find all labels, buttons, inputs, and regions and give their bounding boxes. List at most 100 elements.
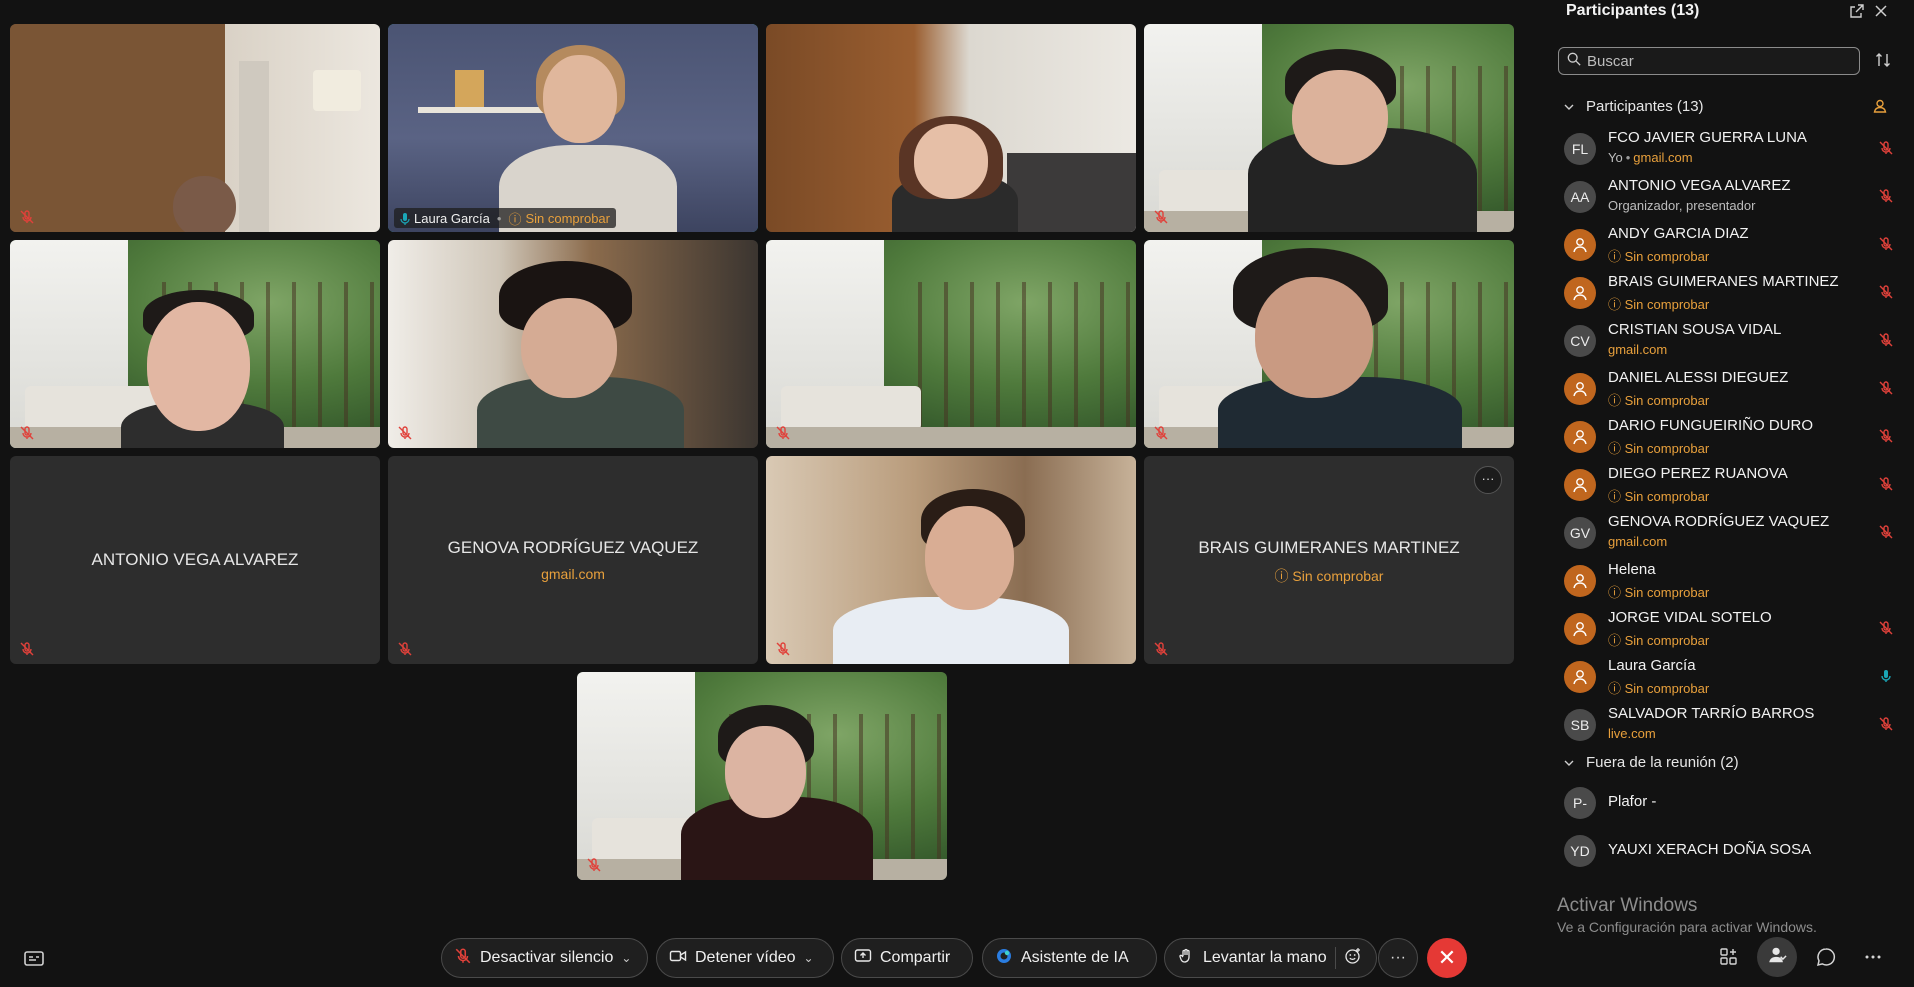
participant-subtitle: ⓘ Sin comprobar — [1608, 438, 1709, 457]
video-tile[interactable] — [766, 456, 1136, 664]
video-tile[interactable] — [577, 672, 947, 880]
participant-name: DIEGO PEREZ RUANOVA — [1608, 465, 1788, 482]
participant-row[interactable]: FL FCO JAVIER GUERRA LUNA Yo • gmail.com — [1558, 126, 1898, 172]
participant-row[interactable]: SB SALVADOR TARRÍO BARROS live.com — [1558, 702, 1898, 748]
speaker-tag: Laura García • ⓘ Sin comprobar — [394, 208, 616, 228]
chat-icon[interactable] — [1815, 946, 1837, 968]
participant-row[interactable]: Helena ⓘ Sin comprobar — [1558, 558, 1898, 604]
video-tile[interactable] — [10, 240, 380, 448]
verification-status: Sin comprobar — [1624, 681, 1710, 696]
participant-name: BRAIS GUIMERANES MARTINEZ — [1608, 273, 1839, 290]
video-tile[interactable] — [388, 240, 758, 448]
speaker-name: Laura García — [414, 210, 490, 226]
outside-meeting-section-header[interactable]: Fuera de la reunión (2) — [1562, 754, 1739, 771]
separator-dot: • — [1625, 150, 1631, 165]
guest-avatar-icon — [1564, 229, 1596, 261]
participant-row[interactable]: ANDY GARCIA DIAZ ⓘ Sin comprobar — [1558, 222, 1898, 268]
reactions-icon[interactable] — [1344, 947, 1362, 970]
captions-icon[interactable] — [22, 947, 46, 971]
participant-subtitle: ⓘ Sin comprobar — [1608, 390, 1709, 409]
participant-subtitle: gmail.com — [1608, 534, 1668, 549]
ai-assistant-label: Asistente de IA — [1021, 949, 1129, 966]
participant-row[interactable]: DARIO FUNGUEIRIÑO DURO ⓘ Sin comprobar — [1558, 414, 1898, 460]
mic-muted-icon[interactable] — [1878, 524, 1894, 540]
participant-name: FCO JAVIER GUERRA LUNA — [1608, 129, 1807, 146]
participant-row[interactable]: BRAIS GUIMERANES MARTINEZ ⓘ Sin comprobar — [1558, 270, 1898, 316]
guest-avatar-icon — [1564, 277, 1596, 309]
mic-muted-icon[interactable] — [1878, 380, 1894, 396]
verification-status: Sin comprobar — [1624, 297, 1710, 312]
unmute-button[interactable]: Desactivar silencio ⌄ — [441, 938, 648, 978]
mic-muted-icon[interactable] — [1878, 140, 1894, 156]
verification-status: Sin comprobar — [525, 210, 610, 226]
share-screen-icon — [854, 947, 872, 970]
mic-muted-icon[interactable] — [1878, 428, 1894, 444]
participant-name: ANDY GARCIA DIAZ — [1608, 225, 1749, 242]
participant-row[interactable]: CV CRISTIAN SOUSA VIDAL gmail.com — [1558, 318, 1898, 364]
participant-row[interactable]: GV GENOVA RODRÍGUEZ VAQUEZ gmail.com — [1558, 510, 1898, 556]
video-tile-no-video[interactable]: ANTONIO VEGA ALVAREZ — [10, 456, 380, 664]
mic-muted-icon[interactable] — [1878, 332, 1894, 348]
search-input[interactable] — [1587, 52, 1847, 70]
share-label: Compartir — [880, 949, 951, 966]
participant-row[interactable]: AA ANTONIO VEGA ALVAREZ Organizador, prese… — [1558, 174, 1898, 220]
mic-muted-icon[interactable] — [1878, 188, 1894, 204]
participant-row[interactable]: Laura García ⓘ Sin comprobar — [1558, 654, 1898, 700]
participant-subtitle: ⓘ Sin comprobar — [1608, 294, 1709, 313]
mic-muted-icon — [775, 641, 791, 657]
outside-participant-row[interactable]: P- Plafor - — [1558, 780, 1898, 826]
video-tile-no-video[interactable]: ··· BRAIS GUIMERANES MARTINEZ ⓘ Sin comp… — [1144, 456, 1514, 664]
search-icon — [1567, 52, 1581, 71]
chevron-down-icon[interactable]: ⌄ — [621, 951, 631, 965]
video-tile[interactable] — [766, 240, 1136, 448]
verification-status: Sin comprobar — [1624, 441, 1710, 456]
guest-avatar-icon — [1564, 421, 1596, 453]
participant-row[interactable]: JORGE VIDAL SOTELO ⓘ Sin comprobar — [1558, 606, 1898, 652]
apps-icon[interactable] — [1718, 946, 1740, 968]
participant-subtitle: ⓘ Sin comprobar — [1608, 582, 1709, 601]
mic-muted-icon[interactable] — [1878, 284, 1894, 300]
participant-name: SALVADOR TARRÍO BARROS — [1608, 705, 1815, 722]
video-tile[interactable] — [1144, 24, 1514, 232]
participant-row[interactable]: DANIEL ALESSI DIEGUEZ ⓘ Sin comprobar — [1558, 366, 1898, 412]
raise-hand-button[interactable]: Levantar la mano — [1164, 938, 1377, 978]
search-box[interactable] — [1558, 47, 1860, 75]
ai-assistant-button[interactable]: Asistente de IA — [982, 938, 1157, 978]
in-meeting-section-header[interactable]: Participantes (13) — [1562, 98, 1704, 115]
video-feed — [1144, 24, 1514, 232]
stop-video-button[interactable]: Detener vídeo ⌄ — [656, 938, 834, 978]
mic-muted-icon[interactable] — [1878, 620, 1894, 636]
more-icon[interactable] — [1862, 946, 1884, 968]
mic-active-icon[interactable] — [1878, 668, 1894, 684]
participant-name: GENOVA RODRÍGUEZ VAQUEZ — [1608, 513, 1830, 530]
sort-icon[interactable] — [1874, 51, 1892, 69]
video-tile-active-speaker[interactable]: Laura García • ⓘ Sin comprobar — [388, 24, 758, 232]
outside-participant-row[interactable]: YD YAUXI XERACH DOÑA SOSA — [1558, 828, 1898, 874]
mic-muted-icon[interactable] — [1878, 476, 1894, 492]
tile-more-options-button[interactable]: ··· — [1474, 466, 1502, 494]
pop-out-icon[interactable] — [1848, 2, 1866, 20]
video-tile-no-video[interactable]: GENOVA RODRÍGUEZ VAQUEZ gmail.com — [388, 456, 758, 664]
participant-row[interactable]: DIEGO PEREZ RUANOVA ⓘ Sin comprobar — [1558, 462, 1898, 508]
video-tile[interactable] — [766, 24, 1136, 232]
mic-muted-icon[interactable] — [1878, 236, 1894, 252]
chevron-down-icon — [1562, 100, 1576, 114]
self-label: Yo — [1608, 150, 1623, 165]
video-feed — [10, 24, 380, 232]
video-tile[interactable] — [1144, 240, 1514, 448]
participants-toggle-button[interactable] — [1757, 937, 1797, 977]
guest-avatar-icon — [1564, 565, 1596, 597]
video-tile[interactable] — [10, 24, 380, 232]
share-button[interactable]: Compartir — [841, 938, 973, 978]
chevron-down-icon[interactable]: ⌄ — [804, 951, 814, 965]
end-call-button[interactable]: ✕ — [1427, 938, 1467, 978]
more-options-button[interactable]: ··· — [1378, 938, 1418, 978]
close-icon[interactable] — [1872, 2, 1890, 20]
stop-video-label: Detener vídeo — [695, 949, 796, 966]
mic-muted-icon[interactable] — [1878, 716, 1894, 732]
warning-icon: ⓘ — [1608, 297, 1625, 312]
video-feed — [577, 672, 947, 880]
avatar: GV — [1564, 517, 1596, 549]
participant-name: ANTONIO VEGA ALVAREZ — [1608, 177, 1791, 194]
windows-activation-watermark: Activar Windows Ve a Configuración para … — [1557, 895, 1817, 935]
